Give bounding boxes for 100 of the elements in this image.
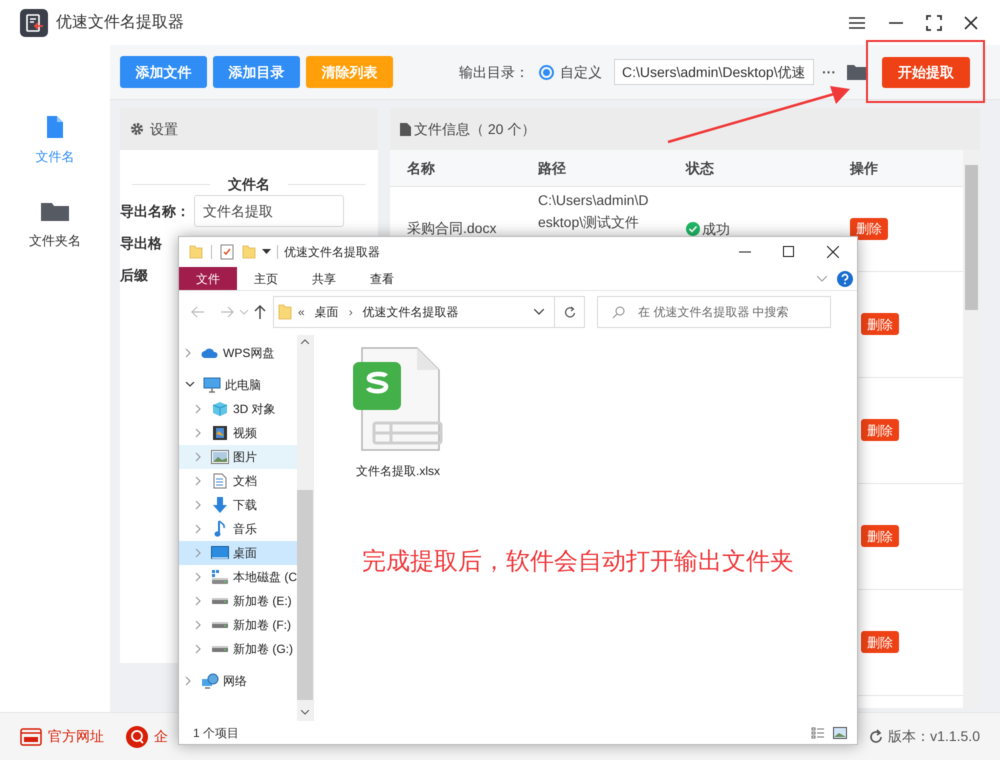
nav-item[interactable]: 文档 xyxy=(179,469,297,493)
ribbon-tab[interactable]: 主页 xyxy=(237,267,295,290)
nav-item[interactable]: 此电脑 xyxy=(179,373,297,397)
scrollbar-thumb[interactable] xyxy=(297,490,313,700)
large-icons-view-icon[interactable] xyxy=(833,726,847,738)
chevron-right-icon xyxy=(185,348,191,358)
panel-title: 文件信息（ 20 个） xyxy=(414,120,536,138)
output-label: 输出目录： xyxy=(459,62,529,82)
column-header: 路径 xyxy=(538,158,567,178)
drive-icon xyxy=(211,645,229,653)
footer-link[interactable]: 企 xyxy=(126,726,168,748)
drive-icon xyxy=(211,621,229,629)
column-header: 名称 xyxy=(406,158,436,178)
properties-icon[interactable] xyxy=(220,244,234,260)
nav-item[interactable]: 下载 xyxy=(179,493,297,517)
column-header: 状态 xyxy=(686,158,715,178)
fullscreen-icon[interactable] xyxy=(926,14,942,30)
radio-button[interactable]: 自定义 xyxy=(539,62,602,82)
down-arrow-icon xyxy=(212,496,228,514)
field-label: 导出格 xyxy=(120,234,163,252)
chevron-right-icon xyxy=(195,548,201,558)
footer-link[interactable]: 官方网址 xyxy=(20,726,104,747)
start-button[interactable]: 开始提取 xyxy=(882,56,970,88)
chevron-right-icon xyxy=(185,676,191,686)
output-path-field[interactable]: C:\Users\admin\Desktop\优速 xyxy=(614,59,814,85)
chevron-right-icon xyxy=(195,476,201,486)
file-icon xyxy=(44,115,66,139)
help-icon[interactable] xyxy=(837,270,853,286)
field-label: 后缀 xyxy=(120,266,149,284)
dropdown-icon[interactable] xyxy=(262,249,271,255)
breadcrumb-item[interactable]: 优速文件名提取器 xyxy=(362,303,459,321)
up-icon[interactable] xyxy=(254,305,266,319)
nav-item[interactable]: 新加卷 (G:) xyxy=(179,637,297,661)
scroll-up-icon[interactable] xyxy=(301,339,309,344)
scroll-down-icon[interactable] xyxy=(301,710,309,715)
file-item[interactable]: 文件名提取.xlsx xyxy=(348,347,448,480)
panel-title: 设置 xyxy=(150,120,178,138)
chevron-right-icon xyxy=(195,428,201,438)
table-cell-text: C:\Users\admin\D xyxy=(538,191,650,210)
delete-button[interactable]: 删除 xyxy=(861,525,899,548)
nav-item[interactable]: 视频 xyxy=(179,421,297,445)
breadcrumb-item[interactable]: 桌面 xyxy=(314,303,339,321)
document-icon xyxy=(213,473,227,489)
ribbon-tab[interactable]: 共享 xyxy=(295,267,353,290)
nav-item[interactable]: 图片 xyxy=(179,445,297,469)
more-button[interactable]: ··· xyxy=(822,62,836,82)
monitor-icon xyxy=(203,377,221,393)
folder-icon xyxy=(278,304,292,320)
version-text: 版本：v1.1.5.0 xyxy=(888,727,980,746)
delete-button[interactable]: 删除 xyxy=(850,218,888,240)
cube-icon xyxy=(212,401,228,417)
nav-item[interactable]: 音乐 xyxy=(179,517,297,541)
close-icon[interactable] xyxy=(964,16,978,30)
chevron-right-icon xyxy=(195,620,201,630)
refresh-icon xyxy=(564,306,576,318)
table-cell-text: esktop\测试文件 xyxy=(538,213,640,232)
delete-button[interactable]: 删除 xyxy=(861,313,899,336)
menu-icon[interactable] xyxy=(848,16,866,30)
status-text: 成功 xyxy=(702,220,730,238)
ribbon-tab[interactable]: 查看 xyxy=(353,267,411,290)
chevron-right-icon xyxy=(195,524,201,534)
breadcrumb-chevrons[interactable]: « xyxy=(298,303,305,321)
field-label: 导出名称： xyxy=(120,202,191,220)
close-icon[interactable] xyxy=(827,246,839,258)
chevron-down-icon[interactable] xyxy=(817,276,827,282)
chevron-down-icon xyxy=(185,382,195,388)
nav-item[interactable]: WPS网盘 xyxy=(179,341,297,365)
scrollbar-thumb[interactable] xyxy=(965,165,978,310)
nav-item[interactable]: 网络 xyxy=(179,669,297,693)
refresh-icon xyxy=(868,728,884,744)
web-icon xyxy=(20,728,42,746)
delete-button[interactable]: 删除 xyxy=(861,631,899,654)
desktop-icon xyxy=(211,546,229,560)
search-field[interactable]: 在 优速文件名提取器 中搜索 xyxy=(597,296,831,328)
details-view-icon[interactable] xyxy=(811,726,825,738)
cloud-icon xyxy=(201,347,219,359)
maximize-icon[interactable] xyxy=(783,246,795,258)
delete-button[interactable]: 删除 xyxy=(861,419,899,442)
spreadsheet-file-icon xyxy=(353,347,443,453)
app-logo-icon xyxy=(20,8,48,36)
nav-item[interactable]: 新加卷 (E:) xyxy=(179,589,297,613)
chevron-right-icon xyxy=(195,572,201,582)
status-text: 1 个项目 xyxy=(193,724,240,742)
window-title: 优速文件名提取器 xyxy=(56,12,184,32)
nav-item[interactable]: 3D 对象 xyxy=(179,397,297,421)
system-drive-icon xyxy=(211,569,229,585)
nav-item[interactable]: 新加卷 (F:) xyxy=(179,613,297,637)
chevron-right-icon xyxy=(195,500,201,510)
address-bar[interactable]: « 桌面 › 优速文件名提取器 xyxy=(273,296,585,328)
nav-item[interactable]: 本地磁盘 (C xyxy=(179,565,297,589)
sidebar-item[interactable]: 文件夹名 xyxy=(10,196,100,252)
name-field[interactable]: 文件名提取 xyxy=(194,195,344,227)
network-icon xyxy=(201,673,219,689)
chevron-down-icon xyxy=(534,309,544,315)
section-title: 文件名 xyxy=(227,175,271,194)
nav-item[interactable]: 桌面 xyxy=(179,541,297,565)
window-title: 优速文件名提取器 xyxy=(284,244,380,261)
music-note-icon xyxy=(214,520,226,538)
ribbon-tab[interactable]: 文件 xyxy=(179,267,237,290)
folder-icon[interactable] xyxy=(846,63,868,81)
